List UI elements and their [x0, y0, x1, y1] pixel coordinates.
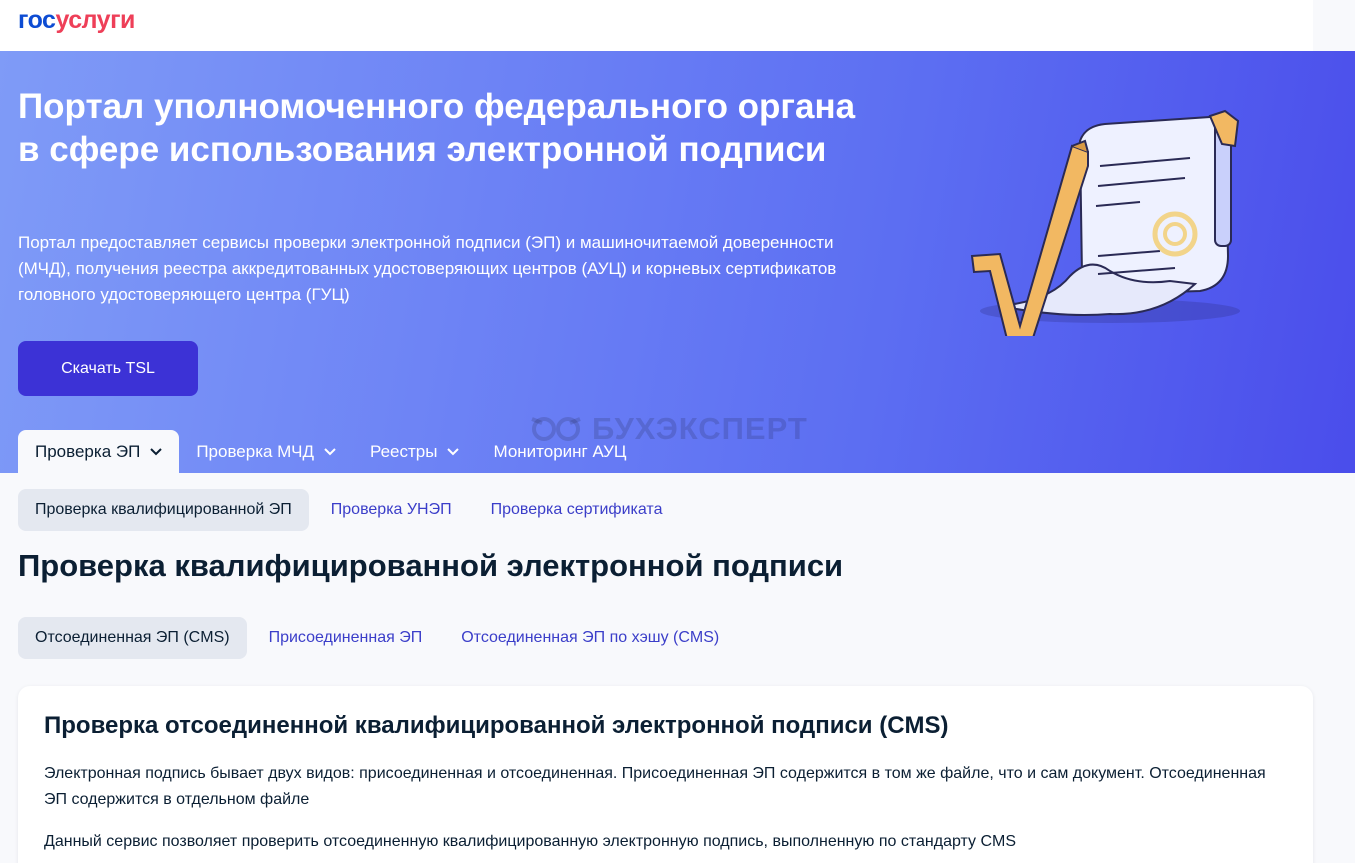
top-bar: госуслуги [0, 0, 1313, 51]
signature-type-detached-hash[interactable]: Отсоединенная ЭП по хэшу (CMS) [444, 617, 736, 659]
tab-monitoring-auc[interactable]: Мониторинг АУЦ [476, 430, 643, 473]
tab-check-mchd[interactable]: Проверка МЧД [179, 430, 353, 473]
subtab-certificate[interactable]: Проверка сертификата [474, 489, 680, 531]
subtab-qualified-ep[interactable]: Проверка квалифицированной ЭП [18, 489, 309, 531]
tab-label: Проверка МЧД [196, 441, 314, 461]
signed-document-illustration [970, 109, 1240, 336]
chevron-down-icon [447, 447, 460, 455]
tab-registries[interactable]: Реестры [353, 430, 476, 473]
tab-label: Проверка ЭП [35, 441, 141, 461]
info-card: Проверка отсоединенной квалифицированной… [18, 686, 1313, 863]
subtab-unep[interactable]: Проверка УНЭП [314, 489, 469, 531]
signature-type-attached[interactable]: Присоединенная ЭП [252, 617, 440, 659]
tab-label: Мониторинг АУЦ [493, 441, 627, 461]
download-tsl-button[interactable]: Скачать TSL [18, 341, 198, 396]
chevron-down-icon [150, 447, 163, 455]
section-title: Проверка квалифицированной электронной п… [18, 548, 844, 583]
logo-part-uslugi: услуги [55, 6, 135, 34]
tab-label: Реестры [370, 441, 438, 461]
signature-type-tabs: Отсоединенная ЭП (CMS) Присоединенная ЭП… [18, 617, 741, 659]
signature-type-detached-cms[interactable]: Отсоединенная ЭП (CMS) [18, 617, 247, 659]
card-paragraph-2: Данный сервис позволяет проверить отсоед… [44, 833, 1017, 850]
hero-title: Портал уполномоченного федерального орга… [18, 87, 856, 169]
hero-banner: Портал уполномоченного федерального орга… [0, 51, 1355, 473]
logo-part-gos: гос [18, 6, 56, 34]
gosuslugi-logo[interactable]: госуслуги [18, 6, 135, 35]
chevron-down-icon [324, 447, 336, 455]
main-tabs: Проверка ЭП Проверка МЧД Реестры Монитор… [18, 430, 643, 473]
hero-description: Портал предоставляет сервисы проверки эл… [18, 233, 837, 304]
check-subtabs: Проверка квалифицированной ЭП Проверка У… [18, 489, 684, 531]
tab-check-ep[interactable]: Проверка ЭП [18, 430, 180, 473]
card-title: Проверка отсоединенной квалифицированной… [44, 712, 949, 739]
card-paragraph-1: Электронная подпись бывает двух видов: п… [44, 765, 1266, 808]
